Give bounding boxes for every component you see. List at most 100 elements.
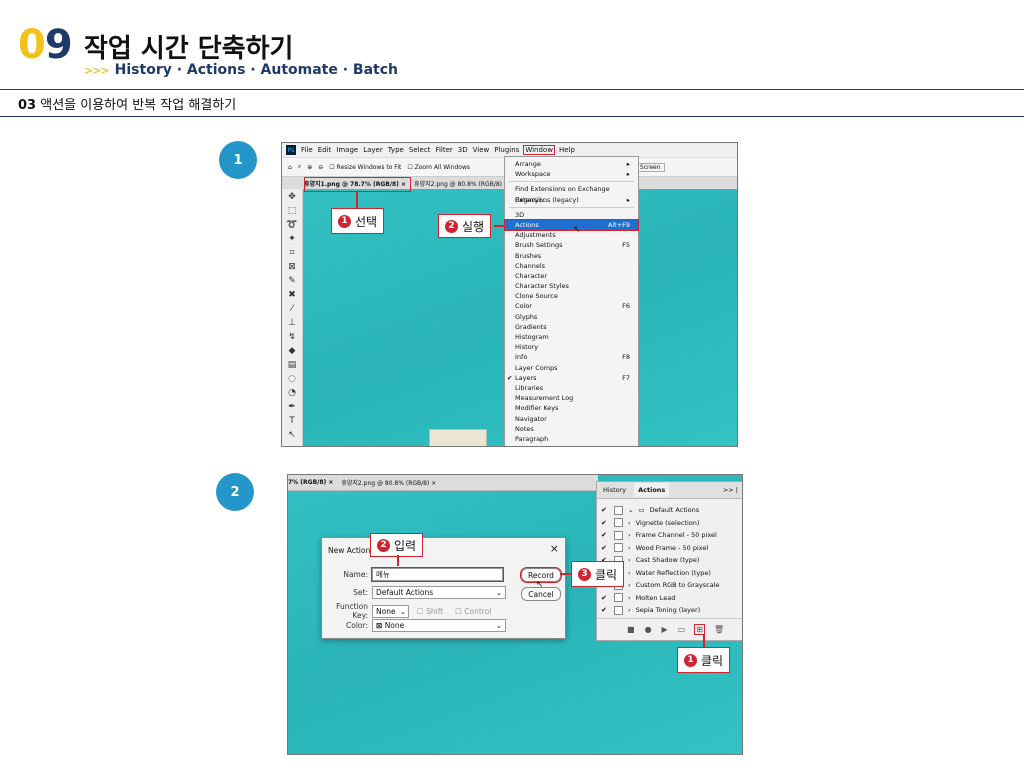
trash-icon[interactable]: 🗑 xyxy=(714,625,724,634)
menu-item-brushes[interactable]: Brushes xyxy=(505,251,638,261)
menu-item-brush-settings[interactable]: Brush Settings F5 xyxy=(505,240,638,250)
menu-select[interactable]: Select xyxy=(409,146,431,154)
shift-checkbox[interactable]: ☐ Shift xyxy=(417,607,443,616)
color-select[interactable]: ⊠ None ⌄ xyxy=(372,619,506,632)
menu-item-glyphs[interactable]: Glyphs xyxy=(505,312,638,322)
menu-edit[interactable]: Edit xyxy=(318,146,332,154)
new-set-icon[interactable]: ▭ xyxy=(678,625,686,634)
marquee-tool-icon[interactable]: ⬚ xyxy=(286,205,298,217)
menu-item-clone-source[interactable]: Clone Source xyxy=(505,291,638,301)
menu-window[interactable]: Window xyxy=(523,145,555,155)
callout-line xyxy=(703,635,705,647)
menu-layer[interactable]: Layer xyxy=(363,146,383,154)
stamp-tool-icon[interactable]: ⊥ xyxy=(286,317,298,329)
selection-tool-icon[interactable]: ↖ xyxy=(286,429,298,441)
menu-item-extensions-legacy[interactable]: Extensions (legacy) ▸ xyxy=(505,195,638,205)
action-row[interactable]: ✔ › Wood Frame - 50 pixel xyxy=(597,542,742,555)
tab-close-icon[interactable]: × xyxy=(328,479,333,486)
menu-item-find-extensions[interactable]: Find Extensions on Exchange (legacy)... xyxy=(505,184,638,203)
section-title: 03 액션을 이용하여 반복 작업 해결하기 xyxy=(18,98,237,113)
menu-item-layer-comps[interactable]: Layer Comps xyxy=(505,363,638,373)
menu-item-character[interactable]: Character xyxy=(505,271,638,281)
menu-item-layers[interactable]: ✔ Layers F7 xyxy=(505,373,638,383)
close-icon[interactable]: × xyxy=(550,542,559,555)
callout-line xyxy=(397,555,399,566)
menu-item-modifier-keys[interactable]: Modifier Keys xyxy=(505,403,638,413)
menu-3d[interactable]: 3D xyxy=(458,146,468,154)
menu-type[interactable]: Type xyxy=(388,146,404,154)
menu-item-paragraph[interactable]: Paragraph xyxy=(505,434,638,444)
crop-tool-icon[interactable]: ⌗ xyxy=(286,247,298,259)
menu-item-gradients[interactable]: Gradients xyxy=(505,322,638,332)
new-action-icon[interactable]: ⊞ xyxy=(694,624,705,635)
action-row[interactable]: ✔ › Molten Lead xyxy=(597,592,742,605)
dodge-tool-icon[interactable]: ◔ xyxy=(286,387,298,399)
menu-item-navigator[interactable]: Navigator xyxy=(505,414,638,424)
tab-actions[interactable]: Actions xyxy=(634,483,670,497)
menu-help[interactable]: Help xyxy=(559,146,575,154)
zoom-in-icon[interactable]: ⊕ xyxy=(307,164,312,171)
menu-item-arrange[interactable]: Arrange ▸ xyxy=(505,159,638,169)
tab-history[interactable]: History xyxy=(603,486,626,494)
menu-item-libraries[interactable]: Libraries xyxy=(505,383,638,393)
callout-line xyxy=(356,192,358,208)
type-tool-icon[interactable]: T xyxy=(286,415,298,427)
action-row[interactable]: ✔ › Frame Channel - 50 pixel xyxy=(597,529,742,542)
menu-item-workspace[interactable]: Workspace ▸ xyxy=(505,169,638,179)
menu-item-adjustments[interactable]: Adjustments xyxy=(505,230,638,240)
record-icon[interactable]: ● xyxy=(645,625,652,634)
menu-plugins[interactable]: Plugins xyxy=(494,146,519,154)
healing-tool-icon[interactable]: ✖ xyxy=(286,289,298,301)
menu-item-color[interactable]: Color F6 xyxy=(505,301,638,311)
menu-view[interactable]: View xyxy=(473,146,490,154)
home-icon[interactable]: ⌂ xyxy=(288,164,292,171)
tab-document-2[interactable]: 휴양지2.png @ 80.8% (RGB/8) × xyxy=(414,179,509,188)
menu-item-notes[interactable]: Notes xyxy=(505,424,638,434)
tab-close-icon[interactable]: × xyxy=(431,480,436,487)
menu-item-measurement-log[interactable]: Measurement Log xyxy=(505,393,638,403)
zoom-out-icon[interactable]: ⊖ xyxy=(318,164,323,171)
action-row[interactable]: ✔ › Sepia Toning (layer) xyxy=(597,604,742,617)
magic-wand-tool-icon[interactable]: ✦ xyxy=(286,233,298,245)
lasso-tool-icon[interactable]: ➰ xyxy=(286,219,298,231)
control-checkbox[interactable]: ☐ Control xyxy=(455,607,491,616)
menu-filter[interactable]: Filter xyxy=(435,146,452,154)
eyedropper-tool-icon[interactable]: ✎ xyxy=(286,275,298,287)
blur-tool-icon[interactable]: ◌ xyxy=(286,373,298,385)
stop-icon[interactable]: ■ xyxy=(627,625,635,634)
tab-document-2[interactable]: 휴양지2.png @ 80.8% (RGB/8) × xyxy=(341,478,436,487)
brush-tool-icon[interactable]: ⁄ xyxy=(286,303,298,315)
callout-input: 2 입력 xyxy=(370,533,424,557)
history-brush-icon[interactable]: ↯ xyxy=(286,331,298,343)
gradient-tool-icon[interactable]: ▤ xyxy=(286,359,298,371)
resize-windows-checkbox[interactable]: ☐ Resize Windows to Fit xyxy=(329,164,401,171)
step-badge-2: 2 xyxy=(216,473,254,511)
menu-item-histogram[interactable]: Histogram xyxy=(505,332,638,342)
zoom-icon[interactable]: ⌕ xyxy=(298,163,301,171)
menu-image[interactable]: Image xyxy=(336,146,358,154)
menu-item-character-styles[interactable]: Character Styles xyxy=(505,281,638,291)
function-key-select[interactable]: None ⌄ xyxy=(372,604,409,618)
menu-item-actions[interactable]: Actions Alt+F9 xyxy=(504,218,639,232)
callout-line xyxy=(494,225,505,227)
eraser-tool-icon[interactable]: ◆ xyxy=(286,345,298,357)
screenshot-window-menu: Ps File Edit Image Layer Type Select Fil… xyxy=(281,142,738,447)
pen-tool-icon[interactable]: ✒ xyxy=(286,401,298,413)
menu-item-channels[interactable]: Channels xyxy=(505,261,638,271)
action-row[interactable]: ✔ › Vignette (selection) xyxy=(597,517,742,530)
menu-file[interactable]: File xyxy=(301,146,313,154)
move-tool-icon[interactable]: ✥ xyxy=(286,191,298,203)
panel-menu-icon[interactable]: >> | xyxy=(723,486,738,494)
zoom-all-checkbox[interactable]: ☐ Zoom All Windows xyxy=(407,164,470,171)
action-set-row[interactable]: ✔ ⌄ ▭ Default Actions xyxy=(597,504,742,517)
set-select[interactable]: Default Actions ⌄ xyxy=(372,586,506,599)
panel-tabs: History Actions >> | xyxy=(597,482,742,499)
menu-item-info[interactable]: Info F8 xyxy=(505,352,638,362)
divider-top xyxy=(0,89,1024,90)
menu-item-3d[interactable]: 3D xyxy=(505,210,638,220)
tab-document-1[interactable]: 7% (RGB/8) × xyxy=(288,479,333,486)
frame-tool-icon[interactable]: ⊠ xyxy=(286,261,298,273)
name-input[interactable]: 메뉴 xyxy=(371,567,504,582)
play-icon[interactable]: ▶ xyxy=(662,625,668,634)
menu-item-history[interactable]: History xyxy=(505,342,638,352)
